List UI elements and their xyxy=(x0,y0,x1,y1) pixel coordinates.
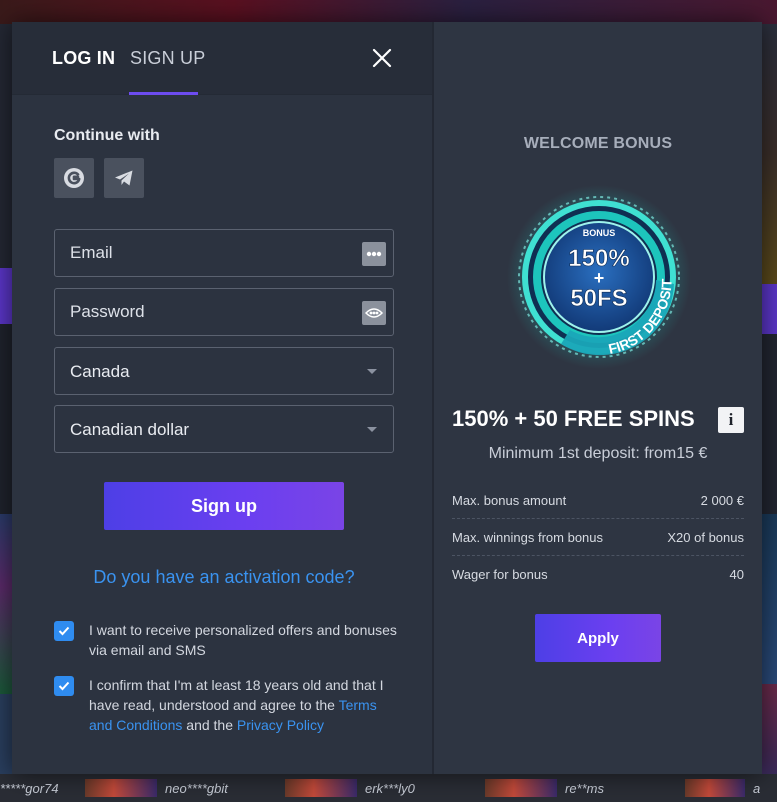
winners-ticker: *****gor74 neo****gbit erk***ly0 re**ms … xyxy=(0,774,777,802)
welcome-bonus-panel: WELCOME BONUS FIRST DEPOSIT BONUS 150% +… xyxy=(434,22,762,774)
term-row: Max. winnings from bonus X20 of bonus xyxy=(452,519,744,556)
backdrop-panel xyxy=(762,334,777,514)
term-value: 40 xyxy=(729,567,744,582)
email-field xyxy=(54,229,394,277)
winner-item: a xyxy=(685,779,777,797)
activation-code-link[interactable]: Do you have an activation code? xyxy=(12,567,436,588)
age-terms-consent-text: I confirm that I'm at least 18 years old… xyxy=(89,675,399,735)
badge-top-text: BONUS xyxy=(583,228,616,238)
and-text: and the xyxy=(186,717,234,733)
term-label: Wager for bonus xyxy=(452,567,548,582)
autofill-dots-icon[interactable] xyxy=(362,242,386,266)
winner-name: re**ms xyxy=(565,780,605,796)
badge-fs-text: 50FS xyxy=(570,285,627,312)
currency-select[interactable]: Canadian dollar xyxy=(54,405,394,453)
offers-consent-text: I want to receive personalized offers an… xyxy=(89,622,397,658)
modal-header: LOG IN SIGN UP xyxy=(12,22,432,95)
password-field xyxy=(54,288,394,336)
backdrop-banner xyxy=(0,0,777,24)
offers-checkbox[interactable] xyxy=(54,621,74,641)
welcome-bonus-title: WELCOME BONUS xyxy=(523,135,673,152)
backdrop-game-tile xyxy=(0,514,12,694)
chevron-down-icon xyxy=(367,369,377,374)
winner-item: erk***ly0 xyxy=(285,779,485,797)
checkmark-icon xyxy=(58,626,70,636)
info-icon: i xyxy=(728,410,734,429)
term-row: Max. bonus amount 2 000 € xyxy=(452,482,744,519)
winner-item: neo****gbit xyxy=(85,779,285,797)
backdrop-panel xyxy=(762,24,777,284)
winner-item: re**ms xyxy=(485,779,685,797)
backdrop-game-tile xyxy=(762,684,777,774)
winner-game-thumb xyxy=(485,779,557,797)
winner-item: *****gor74 xyxy=(0,781,85,796)
bonus-badge-icon: FIRST DEPOSIT BONUS 150% + 50FS xyxy=(507,185,691,369)
min-deposit-text: Minimum 1st deposit: from15 € xyxy=(488,445,708,462)
currency-select-value: Canadian dollar xyxy=(70,420,190,439)
telegram-icon xyxy=(115,170,133,186)
winner-name: erk***ly0 xyxy=(365,780,415,796)
term-label: Max. bonus amount xyxy=(452,492,567,508)
signup-form-panel: LOG IN SIGN UP Continue with Email Canad… xyxy=(12,22,432,774)
signup-modal: LOG IN SIGN UP Continue with Email Canad… xyxy=(12,22,762,774)
backdrop-panel xyxy=(0,268,12,324)
country-select[interactable]: Canada xyxy=(54,347,394,395)
google-login-button[interactable] xyxy=(54,158,94,198)
winner-game-thumb xyxy=(685,779,745,797)
age-terms-checkbox[interactable] xyxy=(54,676,74,696)
term-value: X20 of bonus xyxy=(667,529,744,545)
backdrop-panel xyxy=(0,324,12,514)
term-value: 2 000 € xyxy=(700,492,744,508)
apply-bonus-button[interactable]: Apply xyxy=(535,614,661,662)
winner-name: neo****gbit xyxy=(165,780,228,796)
bonus-headline: 150% + 50 FREE SPINS xyxy=(452,406,695,431)
close-icon xyxy=(372,48,392,68)
show-password-eye-icon[interactable] xyxy=(362,301,386,325)
signup-button[interactable]: Sign up xyxy=(104,482,344,530)
close-button[interactable] xyxy=(370,46,394,70)
term-label: Max. winnings from bonus xyxy=(452,529,604,545)
info-button[interactable]: i xyxy=(718,407,744,433)
country-select-value: Canada xyxy=(70,362,130,381)
backdrop-panel xyxy=(0,24,12,274)
continue-with-label: Continue with xyxy=(54,127,160,144)
checkmark-icon xyxy=(58,681,70,691)
privacy-policy-link[interactable]: Privacy Policy xyxy=(237,717,324,733)
backdrop-panel xyxy=(762,284,777,334)
winner-game-thumb xyxy=(285,779,357,797)
chevron-down-icon xyxy=(367,427,377,432)
email-input[interactable] xyxy=(55,230,393,276)
term-row: Wager for bonus 40 xyxy=(452,556,744,593)
password-input[interactable] xyxy=(55,289,393,335)
winner-name: a xyxy=(753,780,761,796)
telegram-login-button[interactable] xyxy=(104,158,144,198)
backdrop-game-tile xyxy=(762,514,777,684)
winner-game-thumb xyxy=(85,779,157,797)
winner-name: *****gor74 xyxy=(0,780,59,796)
google-icon xyxy=(64,168,84,188)
backdrop-game-tile xyxy=(0,694,12,774)
tab-login[interactable]: LOG IN xyxy=(52,48,115,69)
tab-signup[interactable]: SIGN UP xyxy=(130,48,205,69)
active-tab-indicator xyxy=(129,92,198,95)
bonus-terms-table: Max. bonus amount 2 000 € Max. winnings … xyxy=(452,482,744,593)
